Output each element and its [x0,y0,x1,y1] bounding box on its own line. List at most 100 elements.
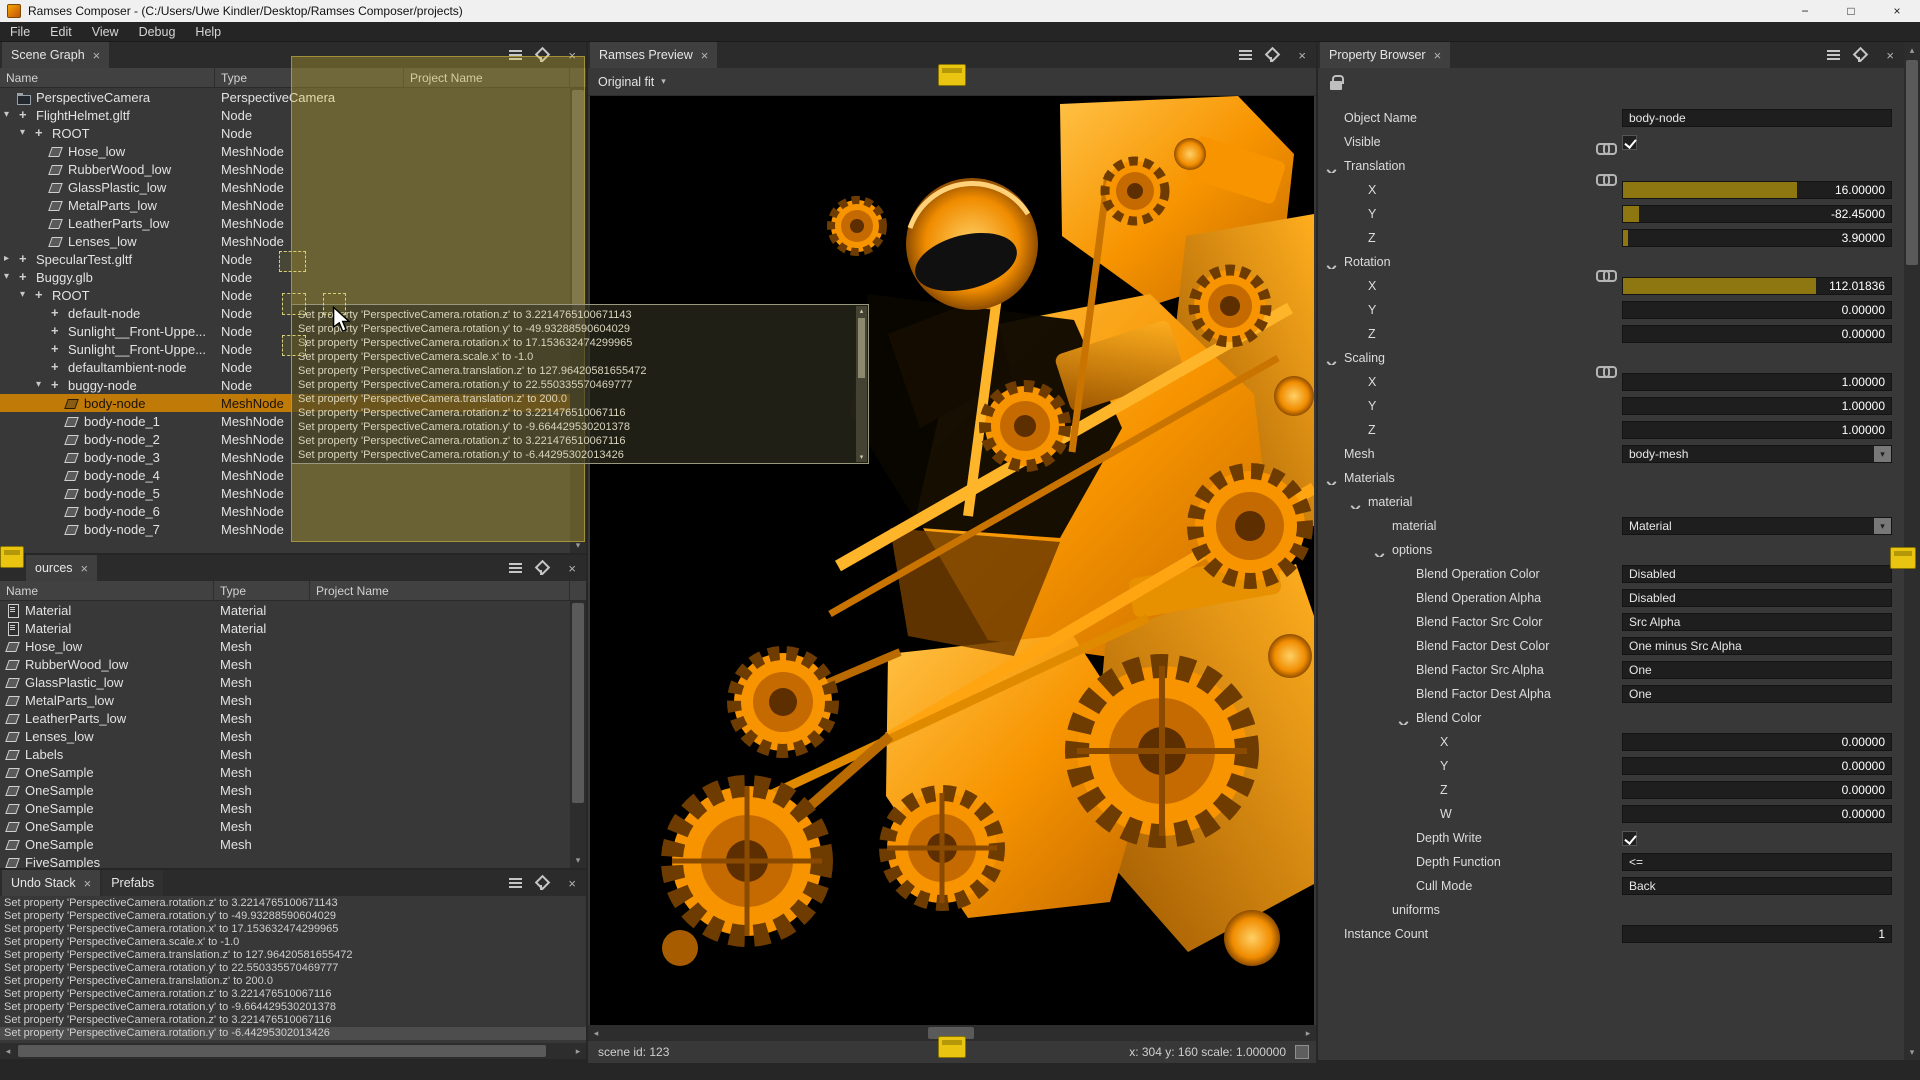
lock-icon[interactable] [1330,81,1342,90]
menu-view[interactable]: View [82,22,129,41]
checkbox[interactable] [1622,135,1637,150]
slider-field[interactable]: -82.45000 [1622,205,1892,223]
expander-icon[interactable]: ▸ [4,250,17,268]
resource-row[interactable]: MaterialMaterial [0,601,570,619]
expander-icon[interactable]: ▾ [20,124,33,142]
resource-row[interactable]: GlassPlastic_lowMesh [0,673,570,691]
slider-field[interactable]: 0.00000 [1622,733,1892,751]
slider-field[interactable]: 1.00000 [1622,421,1892,439]
close-button[interactable]: × [1874,0,1920,22]
resource-row[interactable]: Hose_lowMesh [0,637,570,655]
value-field[interactable]: Disabled [1622,589,1892,607]
tab-close-icon[interactable]: × [701,49,709,62]
scroll-right-icon[interactable]: ▸ [570,1043,586,1059]
tab-undo-stack[interactable]: Undo Stack× [2,870,100,896]
resource-row[interactable]: LabelsMesh [0,745,570,763]
panel-close-icon[interactable]: × [1886,49,1894,62]
caret-down-icon[interactable] [1327,166,1337,173]
tab-resources[interactable]: ources × [26,555,97,581]
panel-close-icon[interactable]: × [1298,49,1306,62]
caret-down-icon[interactable] [1375,550,1385,557]
slider-field[interactable]: 0.00000 [1622,757,1892,775]
scene-graph-column-0[interactable]: Name [0,68,215,87]
slider-field[interactable]: 0.00000 [1622,781,1892,799]
tab-close-icon[interactable]: × [81,562,89,575]
resource-row[interactable]: OneSampleMesh [0,817,570,835]
panel-menu-icon[interactable] [1827,50,1840,60]
scrollbar-thumb[interactable] [1906,60,1918,265]
maximize-button[interactable]: □ [1828,0,1874,22]
slider-field[interactable]: 1.00000 [1622,373,1892,391]
minimize-button[interactable]: − [1782,0,1828,22]
tab-close-icon[interactable]: × [93,49,101,62]
undo-line[interactable]: Set property 'PerspectiveCamera.rotation… [0,923,586,936]
scroll-left-icon[interactable]: ◂ [0,1043,16,1059]
undo-line[interactable]: Set property 'PerspectiveCamera.translat… [0,949,586,962]
undo-line[interactable]: Set property 'PerspectiveCamera.rotation… [0,1027,586,1040]
undo-line[interactable]: Set property 'PerspectiveCamera.rotation… [0,1001,586,1014]
menu-debug[interactable]: Debug [129,22,186,41]
scroll-left-icon[interactable]: ◂ [588,1025,604,1041]
dropdown-arrow-icon[interactable]: ▾ [1874,518,1891,534]
panel-close-icon[interactable]: × [568,562,576,575]
checkbox[interactable] [1622,831,1637,846]
undo-line[interactable]: Set property 'PerspectiveCamera.rotation… [0,897,586,910]
dropdown-field[interactable]: Material▾ [1622,517,1892,535]
tab-ramses-preview[interactable]: Ramses Preview × [590,42,717,68]
value-field[interactable]: One minus Src Alpha [1622,637,1892,655]
slider-field[interactable]: 0.00000 [1622,301,1892,319]
caret-down-icon[interactable] [1351,502,1361,509]
value-field[interactable]: One [1622,661,1892,679]
slider-field[interactable]: 1 [1622,925,1892,943]
dropdown-field[interactable]: body-mesh▾ [1622,445,1892,463]
expander-icon[interactable]: ▾ [36,376,49,394]
panel-menu-icon[interactable] [509,878,522,888]
value-field[interactable]: Src Alpha [1622,613,1892,631]
scroll-right-icon[interactable]: ▸ [1300,1025,1316,1041]
scroll-down-icon[interactable]: ▾ [570,852,586,868]
slider-field[interactable]: 3.90000 [1622,229,1892,247]
value-field[interactable]: <= [1622,853,1892,871]
value-field[interactable]: Disabled [1622,565,1892,583]
undo-line[interactable]: Set property 'PerspectiveCamera.rotation… [0,1014,586,1027]
value-field[interactable]: One [1622,685,1892,703]
expander-icon[interactable]: ▾ [20,286,33,304]
expander-icon[interactable]: ▾ [4,268,17,286]
resources-column-2[interactable]: Project Name [310,581,570,600]
tab-prefabs[interactable]: Prefabs [102,870,163,896]
caret-down-icon[interactable] [1327,262,1337,269]
resource-row[interactable]: OneSampleMesh [0,835,570,853]
scrollbar-thumb[interactable] [18,1045,546,1057]
status-icon[interactable] [1295,1045,1309,1059]
panel-menu-icon[interactable] [1239,50,1252,60]
fit-mode-dropdown[interactable]: Original fit ▾ [598,75,666,89]
resource-row[interactable]: OneSampleMesh [0,763,570,781]
resources-column-1[interactable]: Type [214,581,310,600]
dropdown-arrow-icon[interactable]: ▾ [1874,446,1891,462]
slider-field[interactable]: 112.01836 [1622,277,1892,295]
menu-file[interactable]: File [0,22,40,41]
resource-row[interactable]: OneSampleMesh [0,781,570,799]
scroll-up-icon[interactable]: ▴ [1904,42,1920,58]
undo-line[interactable]: Set property 'PerspectiveCamera.scale.x'… [0,936,586,949]
resource-row[interactable]: RubberWood_lowMesh [0,655,570,673]
caret-down-icon[interactable] [1399,718,1409,725]
panel-menu-icon[interactable] [509,563,522,573]
resource-row[interactable]: FiveSamples [0,853,570,868]
menu-edit[interactable]: Edit [40,22,82,41]
resource-row[interactable]: MaterialMaterial [0,619,570,637]
resource-row[interactable]: OneSampleMesh [0,799,570,817]
undo-line[interactable]: Set property 'PerspectiveCamera.translat… [0,975,586,988]
value-field[interactable]: Back [1622,877,1892,895]
tab-scene-graph[interactable]: Scene Graph × [2,42,109,68]
caret-down-icon[interactable] [1327,478,1337,485]
undo-line[interactable]: Set property 'PerspectiveCamera.rotation… [0,988,586,1001]
expander-icon[interactable]: ▾ [4,106,17,124]
pin-icon[interactable] [535,561,547,575]
panel-close-icon[interactable]: × [568,877,576,890]
scrollbar-thumb[interactable] [572,603,584,803]
undo-line[interactable]: Set property 'PerspectiveCamera.rotation… [0,910,586,923]
caret-down-icon[interactable] [1327,358,1337,365]
slider-field[interactable]: 1.00000 [1622,397,1892,415]
pin-icon[interactable] [1265,48,1277,62]
